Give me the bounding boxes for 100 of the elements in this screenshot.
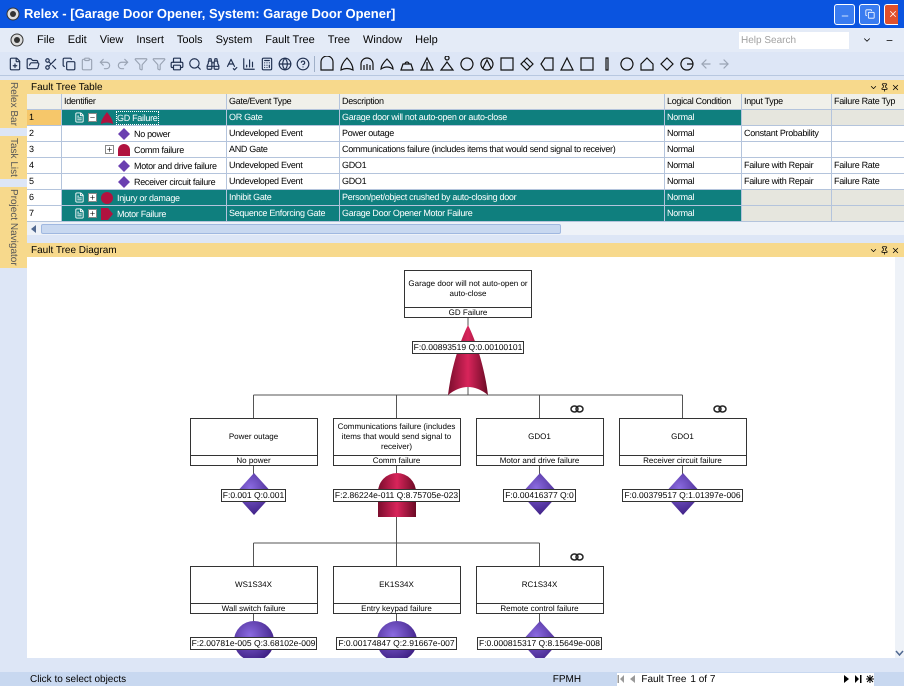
event-box[interactable]: Power outage No power: [190, 418, 318, 466]
expand-icon[interactable]: [88, 209, 97, 218]
navigator-label: Fault Tree: [641, 672, 686, 686]
table-cell: Garage door will not auto-open or auto-close: [340, 110, 665, 126]
vertical-scrollbar[interactable]: [895, 257, 904, 658]
event-box[interactable]: GDO1 Receiver circuit failure: [618, 418, 746, 466]
close-button[interactable]: [884, 4, 898, 24]
gate-shape-icon[interactable]: [379, 56, 395, 72]
event-box[interactable]: RC1S34X Remote control failure: [476, 566, 604, 614]
gate-shape-icon[interactable]: [359, 56, 375, 72]
gate-shape-icon[interactable]: [579, 56, 595, 72]
open-folder-icon[interactable]: [26, 56, 40, 70]
identifier-cell[interactable]: Comm failure: [62, 142, 227, 158]
minimize-button[interactable]: [834, 4, 855, 24]
menu-item[interactable]: Insert: [136, 32, 164, 48]
event-box[interactable]: GDO1 Motor and drive failure: [476, 418, 604, 466]
identifier-cell[interactable]: Injury or damage: [62, 190, 227, 206]
side-tab[interactable]: Project Navigator: [0, 186, 27, 268]
event-box[interactable]: WS1S34X Wall switch failure: [190, 566, 318, 614]
menu-item[interactable]: File: [37, 32, 55, 48]
gate-shape-icon[interactable]: [479, 56, 495, 72]
side-tab[interactable]: Task List: [0, 136, 27, 179]
gate-shape-icon[interactable]: [319, 56, 335, 72]
close-icon[interactable]: [891, 82, 900, 92]
menu-item[interactable]: View: [100, 32, 124, 48]
probability-label: F:2.86224e-011 Q:8.75705e-023: [332, 489, 460, 502]
scroll-down-icon[interactable]: [895, 648, 904, 658]
gate-shape-icon[interactable]: [539, 56, 555, 72]
gate-shape-icon[interactable]: [619, 56, 635, 72]
row-number[interactable]: 3: [27, 142, 62, 158]
first-record-icon[interactable]: [617, 675, 626, 683]
identifier-cell[interactable]: GD Failure: [62, 110, 227, 126]
pin-icon[interactable]: [880, 246, 889, 254]
identifier-cell[interactable]: No power: [62, 126, 227, 142]
probability-label: F:0.00893519 Q:0.00100101: [412, 341, 524, 354]
menu-item[interactable]: System: [216, 32, 252, 48]
previous-record-icon[interactable]: [629, 675, 638, 683]
status-message: Click to select objects: [30, 672, 128, 686]
row-number[interactable]: 6: [27, 190, 62, 206]
table-cell: Normal: [665, 142, 742, 158]
search-icon[interactable]: [188, 56, 202, 70]
row-number[interactable]: 4: [27, 158, 62, 174]
document-icon: [74, 208, 85, 219]
gate-shape-icon[interactable]: [679, 56, 695, 72]
gate-shape-icon[interactable]: [519, 56, 535, 72]
event-box[interactable]: EK1S34X Entry keypad failure: [332, 566, 460, 614]
print-icon[interactable]: [170, 56, 184, 70]
app-logo-icon[interactable]: [10, 33, 24, 47]
new-record-icon[interactable]: [866, 675, 874, 683]
table-cell: Undeveloped Event: [227, 158, 340, 174]
menu-item[interactable]: Tree: [328, 32, 350, 48]
gate-shape-icon[interactable]: [339, 56, 355, 72]
expand-icon[interactable]: [88, 193, 97, 202]
scroll-thumb[interactable]: [41, 224, 561, 234]
scroll-left-icon[interactable]: [31, 224, 37, 232]
cut-icon[interactable]: [44, 56, 58, 70]
event-box[interactable]: Garage door will not auto-open or auto-close GD Failure: [404, 270, 532, 318]
gate-shape-icon[interactable]: [419, 56, 435, 72]
menu-item[interactable]: Help: [415, 32, 438, 48]
gate-shape-icon[interactable]: [639, 56, 655, 72]
bar-chart-icon[interactable]: [242, 56, 256, 70]
maximize-button[interactable]: [859, 4, 880, 24]
help-search-field[interactable]: Help Search: [739, 32, 849, 48]
gate-shape-icon[interactable]: [659, 56, 675, 72]
row-number[interactable]: 7: [27, 206, 62, 222]
globe-icon[interactable]: [278, 56, 292, 70]
identifier-cell[interactable]: Receiver circuit failure: [62, 174, 227, 190]
expand-icon[interactable]: [105, 145, 114, 154]
horizontal-scrollbar[interactable]: [27, 222, 904, 235]
next-record-icon[interactable]: [842, 675, 850, 683]
gate-shape-icon[interactable]: [439, 56, 455, 72]
table-cell: Failure with Repair: [742, 158, 832, 174]
row-number[interactable]: 5: [27, 174, 62, 190]
pin-icon[interactable]: [880, 82, 889, 92]
last-record-icon[interactable]: [854, 675, 862, 683]
spell-check-icon[interactable]: [224, 56, 238, 70]
row-number[interactable]: 2: [27, 126, 62, 142]
identifier-cell[interactable]: Motor Failure: [62, 206, 227, 222]
row-number[interactable]: 1: [27, 110, 62, 126]
menu-item[interactable]: Tools: [176, 32, 203, 48]
collapse-icon[interactable]: [88, 113, 97, 122]
new-file-icon[interactable]: [8, 56, 22, 70]
menu-item[interactable]: Window: [363, 32, 402, 48]
menu-item[interactable]: Fault Tree: [265, 32, 315, 48]
event-box[interactable]: Communications failure (includes items that would send signal to receiver) Comm failure: [332, 418, 460, 466]
table-cell: Inhibit Gate: [227, 190, 340, 206]
close-icon[interactable]: [891, 246, 900, 254]
side-tab[interactable]: Relex Bar: [0, 80, 27, 128]
copy-icon[interactable]: [62, 56, 76, 70]
binoculars-icon[interactable]: [206, 56, 220, 70]
identifier-cell[interactable]: Motor and drive failure: [62, 158, 227, 174]
calculator-icon[interactable]: [260, 56, 274, 70]
gate-shape-icon[interactable]: [499, 56, 515, 72]
document-icon: [74, 192, 85, 203]
gate-shape-icon[interactable]: [459, 56, 475, 72]
help-icon[interactable]: [296, 56, 310, 70]
table-cell: Communications failure (includes items that would send signal to receiver): [340, 142, 665, 158]
identifier-text: Motor and drive failure: [134, 160, 217, 172]
gate-shape-icon[interactable]: [559, 56, 575, 72]
menu-item[interactable]: Edit: [68, 32, 87, 48]
